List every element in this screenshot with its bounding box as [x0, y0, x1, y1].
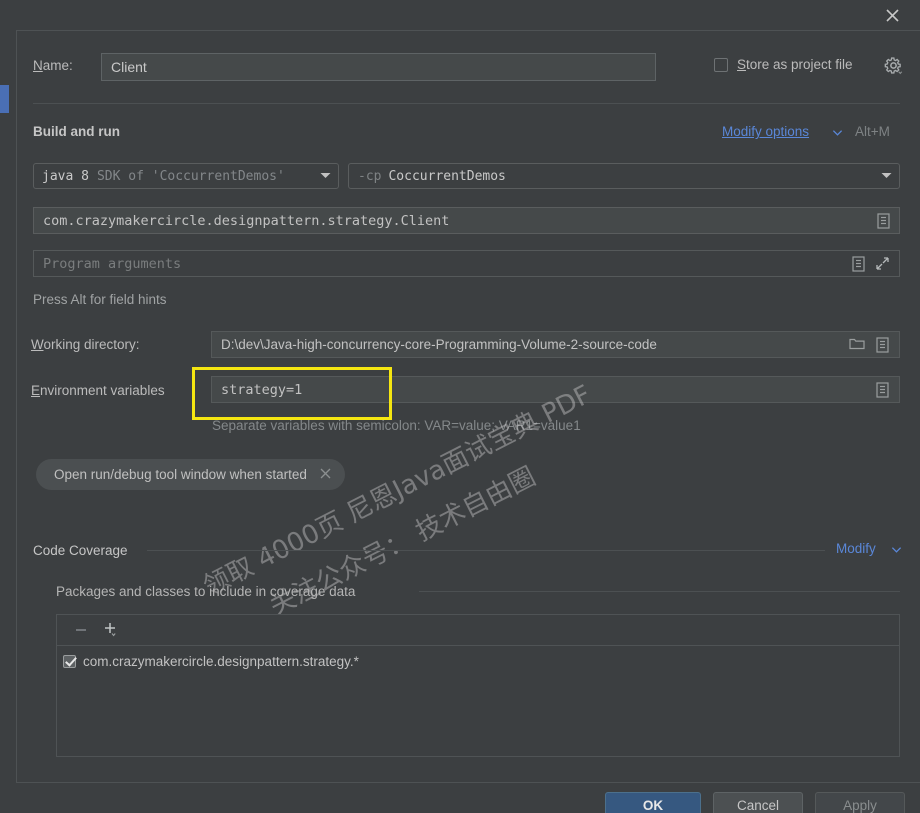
- build-and-run-title: Build and run: [33, 124, 120, 139]
- chevron-down-icon[interactable]: [320, 169, 331, 184]
- environment-variables-value: strategy=1: [221, 381, 303, 398]
- name-input-value: Client: [111, 59, 147, 75]
- modify-options-link[interactable]: Modify options: [722, 124, 809, 139]
- gear-icon[interactable]: [884, 56, 903, 80]
- footer-divider: [16, 782, 920, 783]
- minus-icon[interactable]: [68, 618, 94, 642]
- coverage-pattern-label: com.crazymakercircle.designpattern.strat…: [83, 653, 359, 669]
- classpath-selector[interactable]: -cp CoccurrentDemos: [348, 163, 900, 189]
- field-hint-text: Press Alt for field hints: [33, 292, 167, 307]
- name-label-text: ame:: [42, 58, 73, 73]
- classpath-flag: -cp: [358, 168, 382, 184]
- store-as-project-file-label: Store as project file: [737, 57, 853, 72]
- environment-variables-hint: Separate variables with semicolon: VAR=v…: [212, 418, 581, 433]
- insert-macro-icon[interactable]: [851, 255, 867, 272]
- run-debug-configuration-dialog: Name: Client Store as project file Build…: [0, 0, 920, 813]
- program-arguments-input[interactable]: Program arguments: [33, 250, 900, 277]
- dialog-left-divider: [16, 30, 17, 782]
- packages-divider: [419, 591, 900, 592]
- code-coverage-modify-link[interactable]: Modify: [836, 541, 876, 556]
- store-as-project-file-row[interactable]: Store as project file: [714, 57, 853, 72]
- program-arguments-placeholder: Program arguments: [43, 255, 182, 272]
- folder-icon[interactable]: [849, 337, 865, 353]
- packages-section-title: Packages and classes to include in cover…: [56, 584, 356, 599]
- apply-button[interactable]: Apply: [815, 792, 905, 813]
- insert-macro-icon[interactable]: [876, 212, 892, 229]
- expand-editor-icon[interactable]: [875, 256, 891, 272]
- main-class-input[interactable]: com.crazymakercircle.designpattern.strat…: [33, 207, 900, 234]
- modify-options-shortcut: Alt+M: [855, 124, 890, 139]
- ok-button[interactable]: OK: [605, 792, 701, 813]
- environment-variables-label: Environment variables: [31, 383, 165, 398]
- main-class-value: com.crazymakercircle.designpattern.strat…: [43, 212, 450, 229]
- dialog-top-divider: [16, 30, 920, 31]
- insert-macro-icon[interactable]: [875, 381, 891, 398]
- coverage-list-toolbar: [56, 614, 900, 646]
- chevron-down-icon[interactable]: [891, 542, 902, 560]
- code-coverage-divider: [147, 550, 825, 551]
- cancel-button[interactable]: Cancel: [713, 792, 803, 813]
- jdk-secondary: SDK of 'CoccurrentDemos': [96, 168, 285, 184]
- working-directory-input[interactable]: D:\dev\Java-high-concurrency-core-Progra…: [211, 331, 900, 358]
- code-coverage-title: Code Coverage: [33, 543, 128, 558]
- open-run-debug-tool-window-chip[interactable]: Open run/debug tool window when started: [36, 459, 345, 490]
- working-directory-value: D:\dev\Java-high-concurrency-core-Progra…: [221, 337, 657, 352]
- plus-dropdown-icon[interactable]: [98, 618, 124, 642]
- chevron-down-icon[interactable]: [832, 125, 843, 143]
- configuration-selection-indicator: [0, 85, 9, 113]
- working-directory-label: Working directory:: [31, 337, 140, 352]
- classpath-module: CoccurrentDemos: [388, 168, 506, 184]
- environment-variables-input[interactable]: strategy=1: [211, 376, 900, 403]
- dialog-title-bar: [0, 0, 920, 30]
- chip-label: Open run/debug tool window when started: [54, 467, 307, 482]
- close-icon[interactable]: [320, 466, 331, 483]
- table-row[interactable]: com.crazymakercircle.designpattern.strat…: [58, 650, 903, 672]
- store-as-project-file-checkbox[interactable]: [714, 57, 728, 72]
- insert-macro-icon[interactable]: [875, 336, 891, 353]
- name-label: Name:: [33, 58, 73, 73]
- close-icon[interactable]: [872, 0, 912, 30]
- name-input[interactable]: Client: [101, 53, 656, 81]
- coverage-pattern-checkbox[interactable]: [63, 654, 76, 668]
- build-and-run-top-divider: [33, 103, 900, 104]
- chevron-down-icon[interactable]: [881, 169, 892, 184]
- jdk-selector[interactable]: java 8 SDK of 'CoccurrentDemos': [33, 163, 339, 189]
- jdk-primary: java 8: [42, 168, 89, 184]
